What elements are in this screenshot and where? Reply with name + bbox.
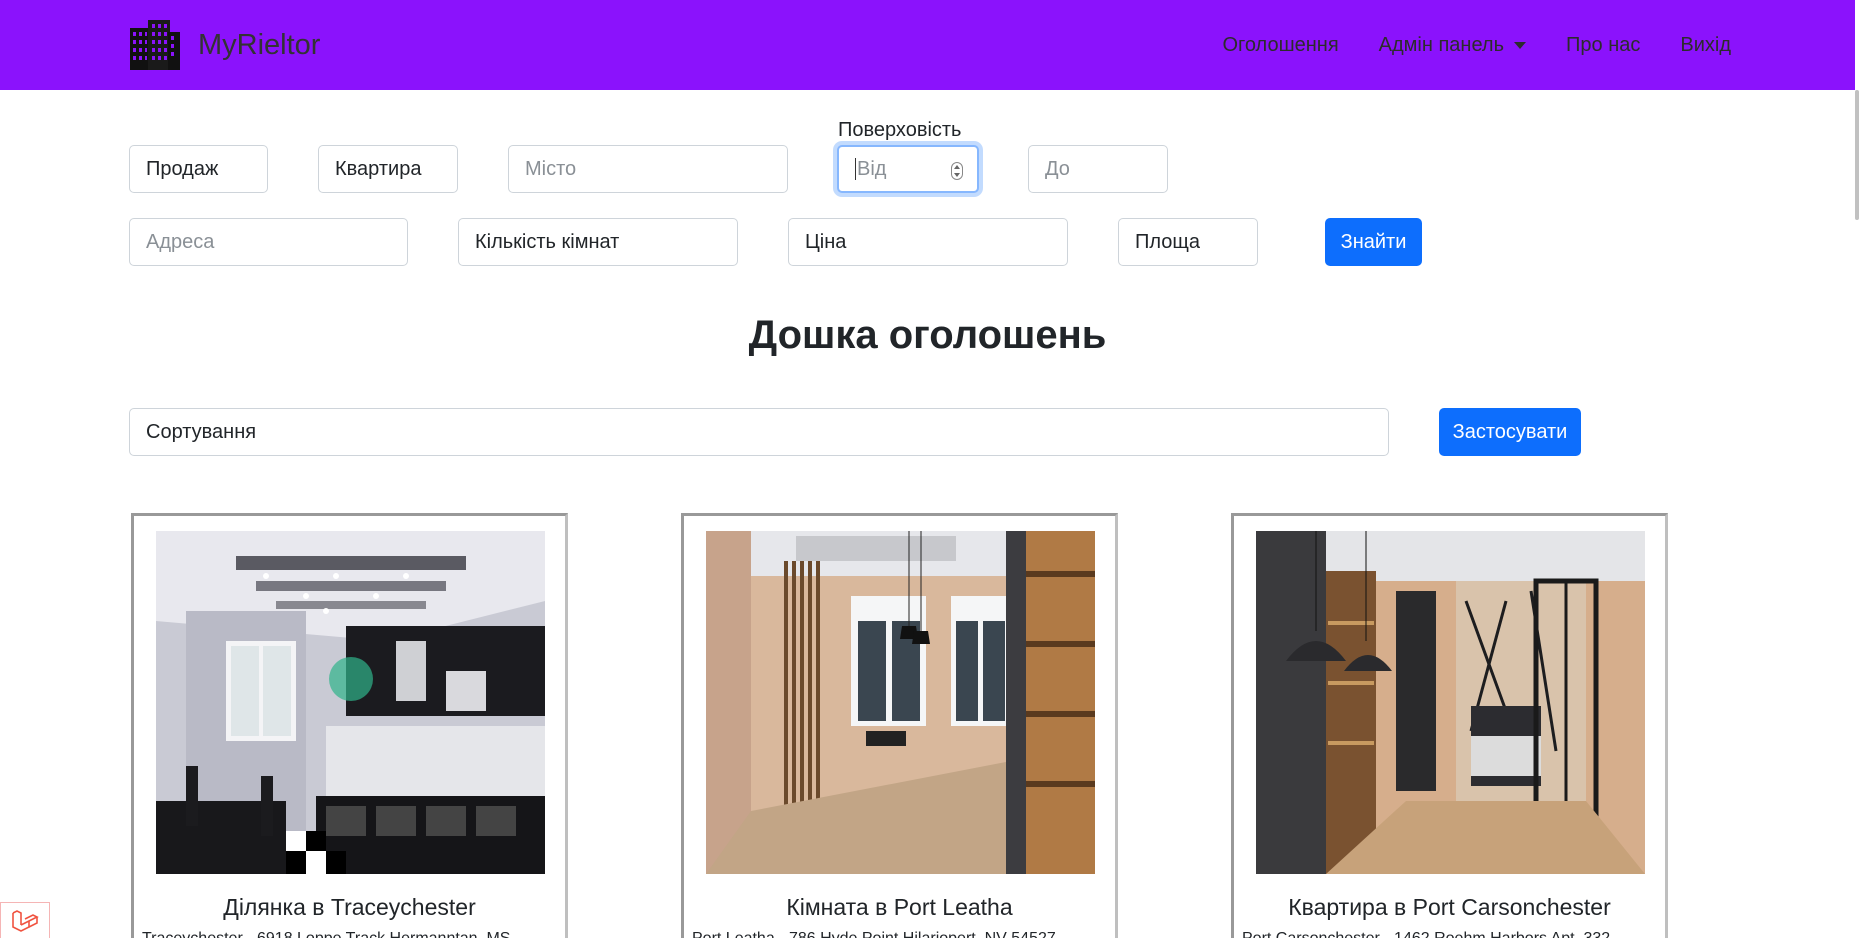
listing-title[interactable]: Кімната в Port Leatha <box>684 894 1115 921</box>
brand-name: MyRieltor <box>198 28 321 61</box>
floor-to-input[interactable]: До <box>1028 145 1168 193</box>
listing-title[interactable]: Ділянка в Traceychester <box>134 894 565 921</box>
listing-address: Port Carsonchester - 1462 Roehm Harbors … <box>1242 930 1610 938</box>
property-type-select[interactable]: Квартира <box>318 145 458 193</box>
nav-logout-label: Вихід <box>1680 33 1731 56</box>
page-title: Дошка оголошень <box>748 313 1107 357</box>
search-button[interactable]: Знайти <box>1325 218 1422 266</box>
price-select[interactable]: Ціна <box>788 218 1068 266</box>
city-input[interactable]: Місто <box>508 145 788 193</box>
address-input[interactable]: Адреса <box>129 218 408 266</box>
navbar: MyRieltor Оголошення Адмін панель Про на… <box>0 0 1855 90</box>
sort-select[interactable]: Сортування <box>129 408 1389 456</box>
caret-down-icon <box>1514 41 1527 49</box>
area-select[interactable]: Площа <box>1118 218 1258 266</box>
page-scrollbar[interactable] <box>1855 0 1859 938</box>
brand-link[interactable]: MyRieltor <box>128 18 320 72</box>
laravel-icon <box>12 910 39 932</box>
main-nav: Оголошення Адмін панель Про нас Вихід <box>1182 0 1731 90</box>
listing-photo-apartment[interactable] <box>1256 531 1645 874</box>
floor-label: Поверховість <box>838 119 962 141</box>
text-cursor <box>855 158 856 180</box>
nav-logout[interactable]: Вихід <box>1680 34 1731 57</box>
floor-from-input[interactable]: Від <box>837 145 979 193</box>
laravel-debug-toggle[interactable] <box>0 902 50 938</box>
scrollbar-thumb[interactable] <box>1855 90 1859 220</box>
listing-address: Traceychester - 6918 Loppe Track Hermann… <box>142 930 510 938</box>
listing-title[interactable]: Квартира в Port Carsonchester <box>1234 894 1665 921</box>
rooms-select[interactable]: Кількість кімнат <box>458 218 738 266</box>
nav-about-label: Про нас <box>1566 33 1641 56</box>
apply-sort-button[interactable]: Застосувати <box>1439 408 1581 456</box>
deal-type-select[interactable]: Продаж <box>129 145 268 193</box>
nav-admin-label: Адмін панель <box>1378 33 1505 56</box>
nav-admin-dropdown[interactable]: Адмін панель <box>1378 33 1527 57</box>
nav-about[interactable]: Про нас <box>1566 34 1640 57</box>
listing-address: Port Leatha - 786 Hyde Point Hilariopert… <box>692 930 1056 938</box>
listing-photo-room[interactable] <box>706 531 1095 874</box>
floor-from-placeholder: Від <box>857 157 887 180</box>
building-logo-icon <box>130 20 180 70</box>
number-spinner-icon[interactable] <box>951 162 963 180</box>
nav-listings-label: Оголошення <box>1222 33 1339 56</box>
listing-card[interactable]: Ділянка в Traceychester Traceychester - … <box>131 513 568 938</box>
listing-photo-kitchen[interactable] <box>156 531 545 874</box>
nav-listings[interactable]: Оголошення <box>1222 34 1338 57</box>
listing-card[interactable]: Квартира в Port Carsonchester Port Carso… <box>1231 513 1668 938</box>
listing-card[interactable]: Кімната в Port Leatha Port Leatha - 786 … <box>681 513 1118 938</box>
